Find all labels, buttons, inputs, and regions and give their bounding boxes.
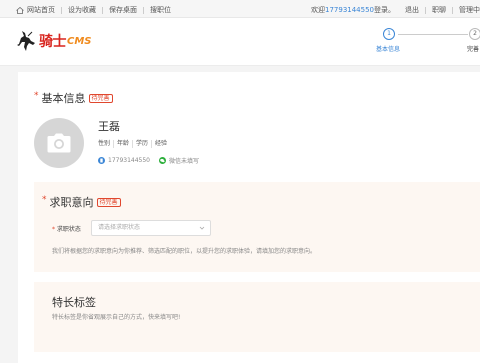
site-logo[interactable]: 骑士 CMS (16, 30, 92, 52)
logout-link[interactable]: 退出 (405, 5, 419, 15)
manage-center-link[interactable]: 管理中 (459, 5, 480, 15)
divider (102, 6, 103, 14)
contact-phone: 17793144550 (108, 157, 150, 164)
save-desktop-link[interactable]: 保存桌面 (109, 5, 137, 15)
chevron-down-icon (199, 226, 205, 230)
job-intent-label: 求职意向 (49, 196, 94, 209)
top-links: 网站首页 设为收藏 保存桌面 搜职位 (16, 5, 171, 15)
skills-hint: 特长标签是你省观展示自己的方式，快来填写吧! (52, 314, 181, 321)
tag-gender: 性别 (98, 140, 115, 148)
divider (143, 6, 144, 14)
contact-wechat: 微信未填写 (169, 158, 200, 165)
step-connector (398, 34, 468, 35)
logged-in-text: 登录。 (374, 6, 395, 14)
status-badge: 待完善 (96, 197, 121, 207)
required-mark: * (42, 195, 47, 205)
step-1-label: 基本信息 (376, 46, 401, 53)
skills-title: 特长标签 (52, 296, 96, 309)
profile-tags: 性别 年龄 学历 经验 (98, 140, 170, 148)
job-status-select[interactable]: 请选择求职状态 (91, 220, 211, 236)
required-mark: * (52, 226, 55, 233)
divider (425, 6, 426, 14)
tag-age: 年龄 (114, 140, 134, 148)
logo-cms: CMS (67, 35, 92, 47)
job-intent-title: * 求职意向 待完善 (42, 194, 121, 210)
progress-steps: 1 2 基本信息 完善 (376, 28, 480, 58)
knight-logo-icon (17, 31, 35, 51)
search-jobs-link[interactable]: 搜职位 (150, 5, 171, 15)
job-intent-hint: 我们将根据您的求职意向为你推荐、筛选匹配的职位，以提升您的求职体验，请填加您的求… (52, 248, 317, 255)
job-status-text: 求职状态 (56, 226, 81, 233)
skills-panel: 特长标签 特长标签是你省观展示自己的方式，快来填写吧! (34, 282, 480, 352)
job-status-label: * 求职状态 (52, 224, 81, 233)
user-bar: 欢迎 17793144550 登录。 退出 职聊 管理中 (311, 5, 480, 15)
job-chat-link[interactable]: 职聊 (432, 5, 446, 15)
wechat-icon (159, 157, 166, 164)
tag-experience: 经验 (155, 140, 168, 147)
required-mark: * (34, 91, 39, 101)
job-intent-panel: * 求职意向 待完善 * 求职状态 请选择求职状态 我们将根据您的求职意向为你推… (34, 182, 480, 272)
user-phone-link[interactable]: 17793144550 (325, 6, 374, 14)
step-1-circle: 1 (383, 28, 395, 40)
avatar[interactable] (34, 118, 84, 168)
phone-icon (98, 157, 105, 164)
step-2-circle: 2 (469, 28, 480, 40)
divider (452, 6, 453, 14)
divider (61, 6, 62, 14)
basic-info-label: 基本信息 (41, 92, 86, 105)
step-2-label: 完善 (467, 46, 480, 53)
logo-text: 骑士 (39, 34, 67, 50)
add-favorite-link[interactable]: 设为收藏 (68, 5, 96, 15)
basic-info-title: * 基本信息 待完善 (34, 90, 113, 106)
tag-education: 学历 (133, 140, 153, 148)
select-placeholder: 请选择求职状态 (98, 224, 141, 231)
site-home-link[interactable]: 网站首页 (27, 5, 55, 15)
site-header: 骑士 CMS 1 2 基本信息 完善 (0, 18, 480, 66)
welcome-text: 欢迎 (311, 6, 325, 14)
contact-info: 17793144550 微信未填写 (98, 156, 199, 165)
home-icon (16, 6, 24, 14)
top-bar: 网站首页 设为收藏 保存桌面 搜职位 欢迎 17793144550 登录。 退出… (0, 0, 480, 18)
camera-icon (47, 133, 71, 153)
user-name: 王磊 (98, 120, 120, 133)
status-badge: 待完善 (88, 93, 113, 103)
resume-card: * 基本信息 待完善 王磊 性别 年龄 学历 经验 17793144550 微信… (18, 72, 480, 363)
